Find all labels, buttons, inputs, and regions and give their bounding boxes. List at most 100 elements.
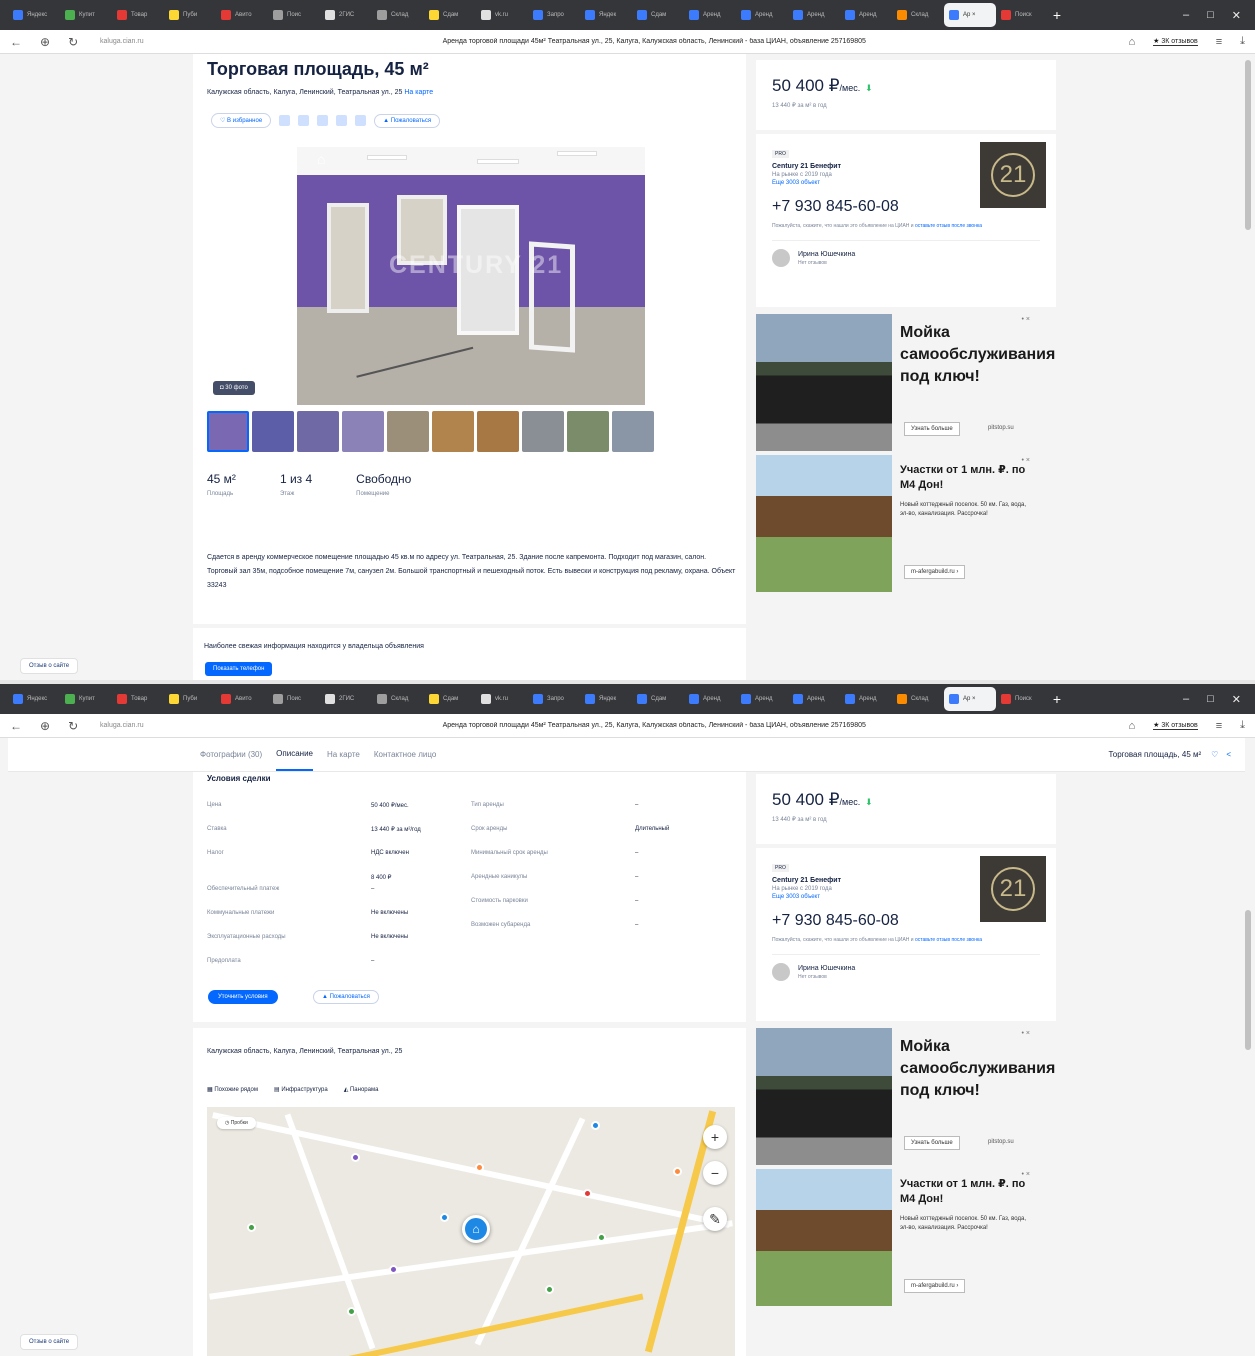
browser-tab[interactable]: Аренд — [788, 3, 840, 27]
scrollbar[interactable] — [1245, 910, 1251, 1050]
ad-land[interactable]: Участки от 1 млн. ₽. по М4 Дон! Новый ко… — [756, 1169, 1056, 1306]
complain-button[interactable]: ▲ Пожаловаться — [374, 113, 441, 128]
browser-tab[interactable]: Купит — [60, 687, 112, 711]
browser-tab[interactable]: Аренд — [684, 687, 736, 711]
close-icon[interactable]: ✕ — [1232, 693, 1241, 706]
browser-tab[interactable]: Пуби — [164, 687, 216, 711]
browser-tab[interactable]: vk.ru — [476, 3, 528, 27]
browser-tab[interactable]: Сдам — [424, 3, 476, 27]
star-icon[interactable] — [336, 115, 348, 126]
ad-carwash[interactable]: Мойка самообслуживания под ключ! Узнать … — [756, 314, 1056, 451]
browser-tab[interactable]: Склад — [372, 687, 424, 711]
thumbnail[interactable] — [342, 411, 384, 452]
map-tab-similar[interactable]: ▦ Похожие рядом — [207, 1086, 258, 1093]
maximize-icon[interactable]: □ — [1207, 693, 1214, 706]
contact-person[interactable]: Ирина Юшечкина Нет отзывов — [772, 240, 1040, 267]
browser-tab[interactable]: Склад — [892, 3, 944, 27]
menu-icon[interactable]: ≡ — [1216, 36, 1222, 48]
thumbnail[interactable] — [297, 411, 339, 452]
complain-button[interactable]: ▲ Пожаловаться — [313, 990, 379, 1004]
ad-options-icon[interactable]: • × — [1022, 1171, 1030, 1178]
scrollbar[interactable] — [1245, 60, 1251, 230]
browser-tab[interactable]: Авито — [216, 3, 268, 27]
browser-tab[interactable]: Аренд — [840, 687, 892, 711]
thumbnail[interactable] — [432, 411, 474, 452]
browser-tab[interactable]: Запро — [528, 687, 580, 711]
share-icon[interactable] — [279, 115, 291, 126]
browser-tab[interactable]: Товар — [112, 687, 164, 711]
browser-tab[interactable]: Склад — [892, 687, 944, 711]
thumbnail[interactable] — [252, 411, 294, 452]
browser-tab[interactable]: 2ГИС — [320, 3, 372, 27]
zoom-in-icon[interactable]: + — [703, 1125, 727, 1149]
browser-tab[interactable]: Аренд — [788, 687, 840, 711]
thumbnail[interactable] — [522, 411, 564, 452]
bookmark-icon[interactable]: ⌂ — [1128, 720, 1135, 732]
on-map-link[interactable]: На карте — [404, 89, 433, 96]
contact-person[interactable]: Ирина Юшечкина Нет отзывов — [772, 954, 1040, 981]
ad-options-icon[interactable]: • × — [1022, 1030, 1030, 1037]
browser-tab[interactable]: Сдам — [632, 3, 684, 27]
address-bar[interactable]: ← ⊕ ↻ kaluga.cian.ru Аренда торговой пло… — [0, 30, 1255, 54]
favorites-button[interactable]: ♡ В избранное — [211, 113, 272, 128]
browser-tab[interactable]: Аренд — [840, 3, 892, 27]
browser-tab[interactable]: Товар — [112, 3, 164, 27]
nav-map[interactable]: На карте — [327, 750, 360, 759]
browser-tab[interactable]: Запро — [528, 3, 580, 27]
review-link[interactable]: оставьте отзыв после звонка — [915, 223, 982, 229]
browser-tab[interactable]: Поиск — [996, 3, 1048, 27]
minimize-icon[interactable]: – — [1183, 693, 1189, 706]
browser-tab[interactable]: Сдам — [424, 687, 476, 711]
ad-more-button[interactable]: Узнать больше — [904, 1136, 960, 1150]
menu-icon[interactable]: ≡ — [1216, 720, 1222, 732]
ad-carwash[interactable]: Мойка самообслуживания под ключ! Узнать … — [756, 1028, 1056, 1165]
home-icon[interactable]: ⊕ — [40, 35, 50, 49]
map-tab-panorama[interactable]: ◭ Панорама — [344, 1086, 379, 1093]
location-pin-icon[interactable]: ⌂ — [462, 1215, 490, 1243]
photo-count-badge[interactable]: ◘ 30 фото — [213, 381, 255, 395]
map[interactable]: ⌂ ◷ Пробки + − ✎ — [207, 1107, 735, 1356]
feedback-button[interactable]: Отзыв о сайте — [20, 1334, 79, 1350]
thumbnail[interactable] — [207, 411, 249, 452]
edit-icon[interactable] — [298, 115, 310, 126]
browser-tab[interactable]: Поиск — [996, 687, 1048, 711]
browser-tab[interactable]: 2ГИС — [320, 687, 372, 711]
browser-tab[interactable]: Яндекс — [8, 687, 60, 711]
thumbnail[interactable] — [612, 411, 654, 452]
close-icon[interactable]: ✕ — [1232, 9, 1241, 22]
browser-tab[interactable]: vk.ru — [476, 687, 528, 711]
feedback-button[interactable]: Отзыв о сайте — [20, 658, 79, 674]
ad-link-button[interactable]: m-afergabuild.ru › — [904, 565, 966, 579]
ad-options-icon[interactable]: • × — [1022, 457, 1030, 464]
download-pdf-icon[interactable] — [317, 115, 329, 126]
show-phone-button[interactable]: Показать телефон — [205, 662, 273, 676]
reviews-link[interactable]: ★ 3К отзывов — [1153, 721, 1198, 730]
browser-tab[interactable]: Сдам — [632, 687, 684, 711]
browser-tab[interactable]: Поис — [268, 3, 320, 27]
reload-icon[interactable]: ↻ — [68, 719, 78, 733]
zoom-out-icon[interactable]: − — [703, 1161, 727, 1185]
browser-tab[interactable]: Поис — [268, 687, 320, 711]
browser-tab[interactable]: Аренд — [684, 3, 736, 27]
browser-tab[interactable]: Яндек — [580, 687, 632, 711]
browser-tab[interactable]: Купит — [60, 3, 112, 27]
print-icon[interactable] — [355, 115, 367, 126]
browser-tab[interactable]: Ар × — [944, 687, 996, 711]
bookmark-icon[interactable]: ⌂ — [1128, 36, 1135, 48]
share-icon[interactable]: < — [1226, 750, 1231, 759]
new-tab-icon[interactable]: + — [1048, 691, 1066, 707]
url-domain[interactable]: kaluga.cian.ru — [100, 722, 200, 729]
ad-more-button[interactable]: Узнать больше — [904, 422, 960, 436]
ruler-icon[interactable]: ✎ — [703, 1207, 727, 1231]
download-icon[interactable]: ⤓ — [1240, 719, 1245, 732]
clarify-terms-button[interactable]: Уточнить условия — [208, 990, 278, 1004]
nav-photos[interactable]: Фотографии (30) — [200, 750, 262, 759]
browser-tab[interactable]: Аренд — [736, 3, 788, 27]
browser-tab[interactable]: Пуби — [164, 3, 216, 27]
thumbnail[interactable] — [387, 411, 429, 452]
minimize-icon[interactable]: – — [1183, 9, 1189, 22]
browser-tab[interactable]: Яндек — [580, 3, 632, 27]
nav-contact[interactable]: Контактное лицо — [374, 750, 436, 759]
new-tab-icon[interactable]: + — [1048, 7, 1066, 23]
browser-tab[interactable]: Аренд — [736, 687, 788, 711]
